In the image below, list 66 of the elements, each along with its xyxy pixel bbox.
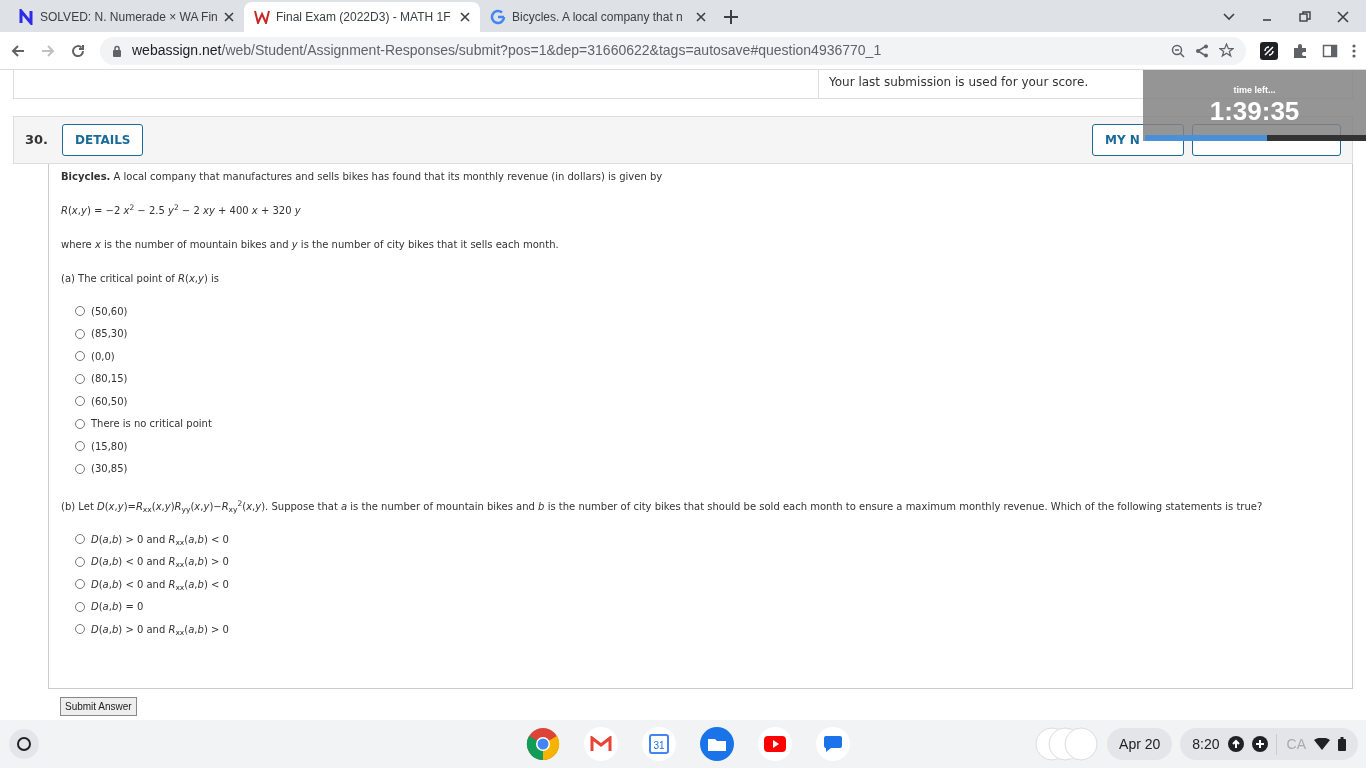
question-number: 30. [25, 131, 49, 150]
share-icon[interactable] [1195, 43, 1209, 58]
zoom-out-icon[interactable] [1171, 43, 1185, 58]
mail-icon[interactable] [584, 727, 618, 761]
question-text: where x is the number of mountain bikes and y is the number of city bikes that it sells each month. [61, 238, 560, 252]
keyboard-layout: CA [1275, 733, 1306, 755]
play-icon[interactable] [758, 727, 792, 761]
timer-time: 1:39:35 [1208, 98, 1301, 124]
option-label: D(a,b) < 0 and R$_{xx}$(a,b) > 0 [91, 555, 229, 570]
tab-title: Bicycles. A local company that n [512, 9, 684, 26]
option-label: D(a,b) < 0 and R$_{xx}$(a,b) < 0 [91, 577, 229, 592]
option-label: (15,80) [91, 439, 128, 454]
close-icon[interactable] [224, 12, 234, 22]
battery-icon [1338, 737, 1346, 751]
part-prompt: (a) The critical point of R(x,y) is [61, 272, 221, 286]
option-label: D(a,b) > 0 and R$_{xx}$(a,b) > 0 [91, 622, 229, 637]
option-label: (30,85) [91, 462, 128, 477]
star-icon[interactable] [1219, 43, 1234, 58]
new-tab-icon[interactable] [724, 10, 738, 24]
tab-favicon-icon [254, 10, 270, 24]
browser-tab[interactable]: SOLVED: N. Numerade × WA Fin [8, 2, 244, 32]
option-label: (85,30) [91, 327, 128, 342]
chat-icon[interactable] [816, 727, 850, 761]
option-label: (60,50) [91, 394, 128, 409]
option-label: There is no critical point [91, 417, 212, 432]
status-area[interactable]: 8:20 CA [1180, 728, 1358, 760]
close-icon[interactable] [460, 12, 470, 22]
notice-text: Your last submission is used for your score. [818, 70, 1099, 98]
chrome-icon[interactable] [526, 727, 560, 761]
submit-button[interactable]: Submit Answer [60, 697, 137, 716]
upload-icon [1227, 736, 1244, 752]
browser-tab[interactable]: Final Exam (2022D3) - MATH 1F [244, 2, 480, 32]
option-label: D(a,b) = 0 [91, 600, 144, 615]
question-text: Bicycles. A local company that manufactures and sells bikes has found that its monthly revenue (in dollars) is given by [61, 170, 664, 184]
browser-tab[interactable]: Bicycles. A local company that n [480, 2, 716, 32]
extension-icon[interactable] [1260, 41, 1278, 60]
part-prompt: (b) Let D(x,y)=R$_{xx}$(x,y)R$_{yy}$(x,y)−R$_{xy}$$^{2}$(x,y). Suppose that a is the number of mountain bikes and b is the number of city bikes that should be sold each month to ensure a maximum monthly revenue. Which of the following statements is true? [61, 500, 1264, 514]
tab-title: Final Exam (2022D3) - MATH 1F [276, 9, 452, 26]
launcher-icon[interactable] [8, 728, 40, 760]
tab-favicon-icon [490, 9, 506, 25]
option-label: D(a,b) > 0 and R$_{xx}$(a,b) < 0 [91, 532, 229, 547]
formula-text: R(x,y) = −2 x$^{2}$ − 2.5 y$^{2}$ − 2 xy + 400 x + 320 y [61, 204, 302, 218]
option-label: (0,0) [91, 349, 115, 364]
folder-icon[interactable] [700, 727, 734, 761]
restore-icon[interactable] [1298, 10, 1312, 24]
back-icon[interactable] [10, 42, 26, 59]
tab-title: SOLVED: N. Numerade × WA Fin [40, 9, 218, 26]
timer-label: time left... [1233, 84, 1276, 97]
clock-text: 8:20 [1192, 734, 1220, 754]
url-text: webassign.net/web/Student/Assignment-Responses/submit?pos=1&dep=31660622&tags=autosave#question4936770_1 [132, 41, 883, 60]
close-icon[interactable] [696, 12, 706, 22]
tab-favicon-icon [18, 9, 34, 25]
close-icon[interactable] [1336, 10, 1350, 24]
puzzle-icon[interactable] [1292, 42, 1308, 59]
menu-icon[interactable] [1352, 42, 1356, 59]
reload-icon[interactable] [70, 42, 86, 59]
details-button[interactable]: DETAILS [62, 124, 144, 156]
calendar-icon[interactable]: 31 [642, 727, 676, 761]
wifi-icon [1314, 738, 1330, 750]
date-text[interactable]: Apr 20 [1107, 728, 1173, 760]
option-label: (50,60) [91, 304, 128, 319]
plus-icon [1251, 736, 1268, 752]
option-label: (80,15) [91, 372, 128, 387]
address-bar[interactable]: webassign.net/web/Student/Assignment-Responses/submit?pos=1&dep=31660622&tags=autosave#question4936770_1 [100, 36, 1246, 65]
side-panel-icon[interactable] [1322, 42, 1338, 59]
lock-icon [112, 44, 122, 57]
